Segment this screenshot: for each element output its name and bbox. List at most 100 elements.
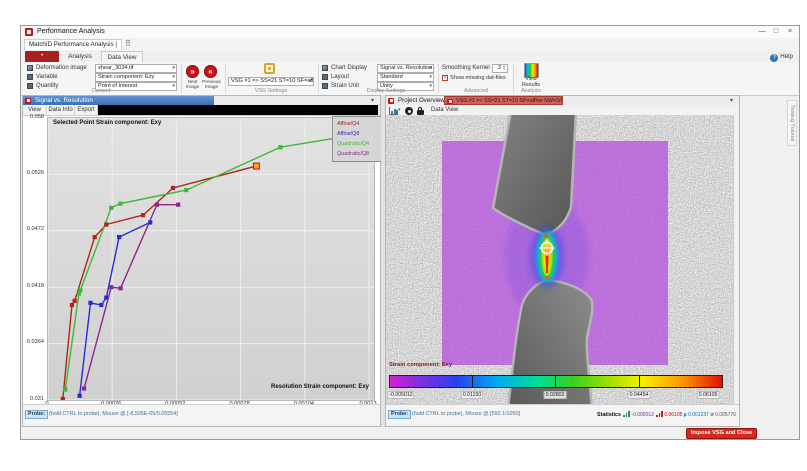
project-overview-panel: Project Overview VSG #1 => SS=21 ST=10 S…	[385, 95, 740, 427]
colorbar-tick-label: 0.02802	[544, 391, 567, 399]
colorbar-label: Strain component: Exy	[389, 362, 452, 368]
advanced-group-label: Advanced	[446, 88, 506, 94]
chart-type-icon[interactable]	[389, 107, 398, 115]
collapsed-toolbar-bar	[98, 105, 378, 115]
colorbar-tick-label: -0.005012	[387, 391, 414, 399]
title-bar: Performance Analysis — □ ×	[21, 26, 799, 38]
stat-mean: 0.001237	[688, 412, 709, 418]
chart-display-label: Chart Display	[331, 65, 367, 71]
home-tab[interactable]: •	[25, 51, 59, 62]
minimize-button[interactable]: —	[755, 26, 769, 37]
deformation-image-select[interactable]: shear_3034.tif▾	[95, 64, 177, 73]
chart-legend[interactable]: Affine/Q4Affine/Q8Quadratic/Q4Quadratic/…	[332, 116, 382, 162]
chart-title: Selected Point Strain component: Exy	[53, 120, 161, 126]
legend-entry[interactable]: Quadratic/Q4	[333, 139, 381, 149]
chart-plot-area[interactable]	[47, 117, 375, 401]
mean-symbol: µ	[684, 412, 687, 418]
tab-data-view[interactable]: Data View	[101, 51, 143, 62]
strain-unit-icon	[322, 83, 328, 89]
project-overview-tab[interactable]: Project Overview	[386, 96, 444, 105]
chart-tabs-row: View Data Info Export	[23, 105, 380, 116]
signal-resolution-panel: Signal vs. Resolution ▾ View Data Info E…	[22, 95, 381, 427]
chevron-down-icon[interactable]: ▾	[398, 107, 401, 113]
y-tick-label: 0.0418	[23, 283, 44, 289]
vsg-icon	[264, 63, 275, 74]
y-tick-label: 0.058	[23, 114, 44, 120]
probe-chip[interactable]: Probe:	[25, 410, 48, 419]
legend-entry[interactable]: Quadratic/Q8	[333, 149, 381, 159]
chevron-down-icon: ▾	[429, 74, 432, 81]
stat-max: 0.06105	[664, 412, 682, 418]
stat-min: -0.005012	[631, 412, 654, 418]
help-icon: ?	[770, 54, 778, 62]
statistics-readout: Statistics -0.005012 0.06105 µ 0.001237 …	[597, 411, 736, 418]
std-symbol: σ	[710, 412, 713, 418]
show-missing-checkbox[interactable]: ×	[442, 75, 448, 81]
group-separator	[318, 64, 319, 93]
y-tick-label: 0.0364	[23, 339, 44, 345]
spinner-arrows-icon[interactable]: ▴▾	[501, 65, 507, 72]
colorbar-tick-label: 0.01150	[461, 391, 483, 399]
previous-image-button[interactable]: «	[204, 65, 217, 78]
chevron-down-icon: ▾	[429, 65, 432, 72]
legend-entry[interactable]: Affine/Q8	[333, 129, 381, 139]
quantity-label: Quantity	[36, 83, 58, 89]
colorbar-tick-label: 0.04454	[628, 391, 651, 399]
close-button[interactable]: ×	[783, 26, 797, 37]
colorbar-divider	[639, 376, 640, 387]
smoothing-kernel-label: Smoothing Kernel	[442, 65, 490, 71]
group-separator	[225, 64, 226, 93]
grid-icon[interactable]: ⠿	[125, 39, 131, 49]
chart-display-icon	[322, 65, 328, 71]
chevron-down-icon: ▾	[172, 65, 175, 72]
vsg-select[interactable]: VSG #1 => SS=21 ST=10 SF=affine SW=3/Q4▾	[228, 77, 314, 86]
variable-select[interactable]: Strain component: Exy▾	[95, 73, 177, 82]
tab-analysis[interactable]: Analysis	[61, 51, 99, 62]
layout-select[interactable]: Standard▾	[377, 73, 434, 82]
panel-icon	[447, 99, 453, 105]
legend-entry[interactable]: Affine/Q4	[333, 119, 381, 129]
docked-side-tab[interactable]: Testing Tutorial	[787, 100, 797, 146]
display-group-label: Display Settings	[341, 88, 431, 94]
ribbon: Deformation image shear_3034.tif▾ Variab…	[21, 62, 799, 96]
chevron-down-icon: ▾	[309, 78, 312, 85]
colorbar	[389, 375, 723, 388]
tab-export[interactable]: Export	[75, 105, 98, 115]
probe-status-text: (hold CTRL to probe), Mouse @ [592.1/105…	[412, 411, 520, 417]
chart-x-axis-label: Resolution Strain component: Exy	[173, 384, 369, 390]
max-bars-icon	[656, 411, 663, 417]
deformation-image-icon	[27, 65, 33, 71]
probe-chip[interactable]: Probe:	[388, 410, 411, 419]
chart-display-select[interactable]: Signal vs. Resolution▾	[377, 64, 434, 73]
next-image-button[interactable]: »	[186, 65, 199, 78]
show-missing-label: Show missing dat-files	[450, 75, 506, 81]
maximize-button[interactable]: □	[769, 26, 783, 37]
quantity-icon	[27, 83, 33, 89]
session-tab[interactable]: MatchID Performance Analysis |	[24, 39, 122, 50]
analysis-group-label: Analysis	[516, 88, 546, 94]
group-separator	[513, 64, 514, 93]
impose-vsg-close-button[interactable]: Impose VSG and Close	[686, 428, 757, 439]
help-button[interactable]: ?Help	[770, 51, 793, 62]
panel-icon	[25, 98, 31, 104]
deformation-image-label: Deformation image	[36, 65, 87, 71]
layout-label: Layout	[331, 74, 349, 80]
ribbon-tab-row: • Analysis Data View ?Help	[21, 50, 799, 62]
chevron-down-icon: ▾	[172, 74, 175, 81]
y-tick-label: 0.0472	[23, 226, 44, 232]
chart-panel-title-tab[interactable]: Signal vs. Resolution	[23, 96, 214, 105]
statistics-label: Statistics	[597, 412, 621, 418]
image-scrollbar[interactable]	[733, 115, 739, 407]
tab-data-info[interactable]: Data Info	[47, 105, 75, 115]
colorbar-tick-label: 0.06105	[697, 391, 720, 399]
view-results-button[interactable]: View Results	[517, 77, 545, 89]
panel-icon	[388, 98, 394, 104]
chart-status-bar: Probe: (hold CTRL to probe), Mouse @ [-8…	[23, 404, 380, 426]
variable-label: Variable	[36, 74, 58, 80]
vsg-active-tab[interactable]: VSG #1 => SS=21 ST=10 SF=affine SW=3/Q4	[444, 96, 563, 105]
smoothing-kernel-spinner[interactable]: 3 ▴▾	[492, 64, 508, 73]
panel-menu-caret-icon[interactable]: ▾	[371, 97, 374, 104]
panel-menu-caret-icon[interactable]: ▾	[730, 97, 733, 104]
group-separator	[438, 64, 439, 93]
gear-icon[interactable]	[405, 107, 413, 115]
